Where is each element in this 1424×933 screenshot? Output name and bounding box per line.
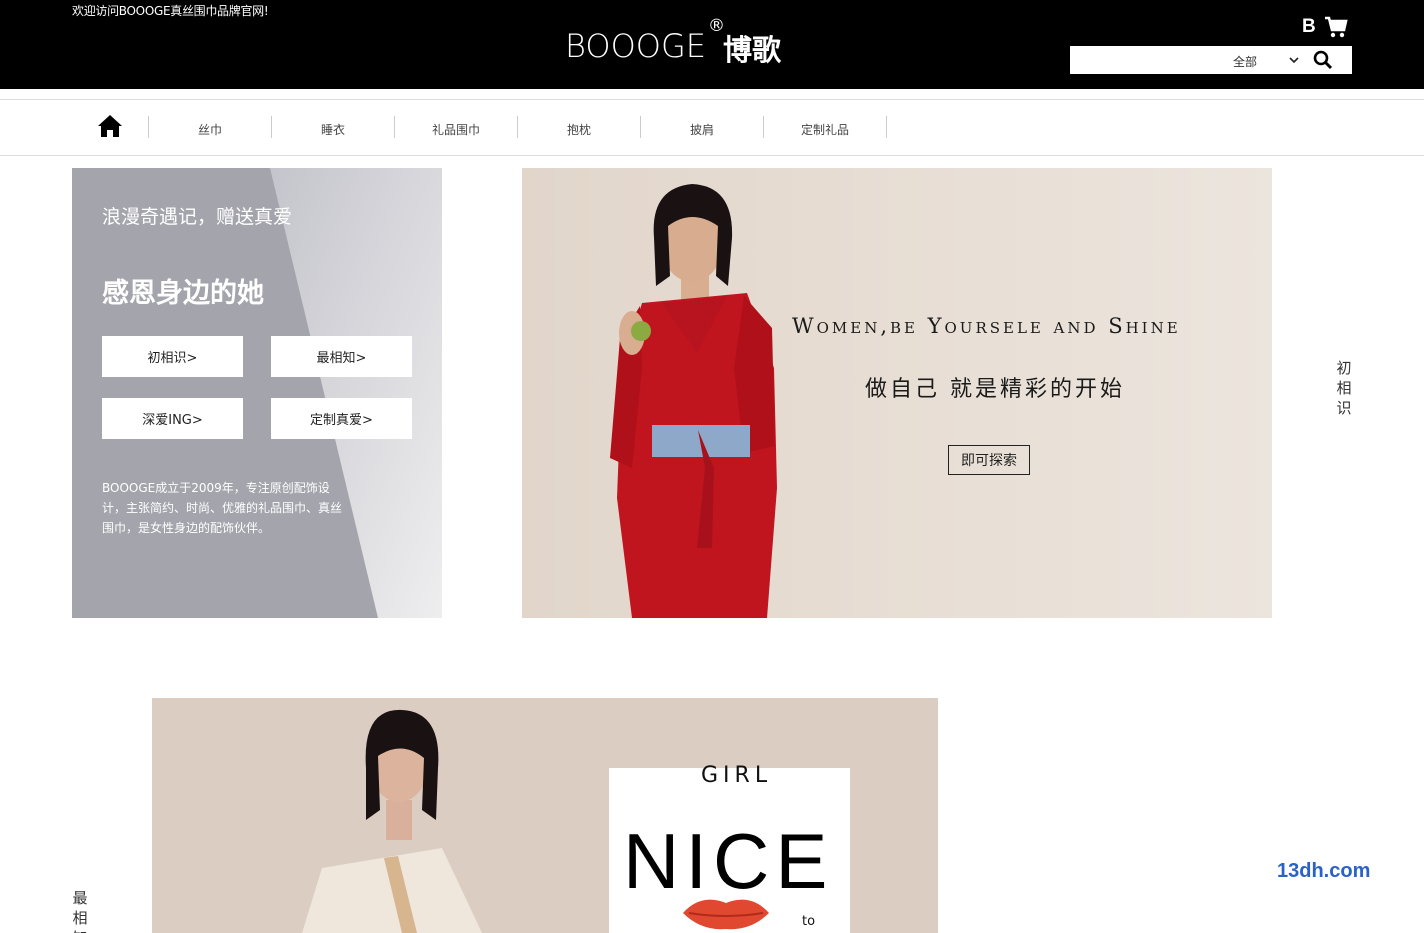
explore-button[interactable]: 即可探索 bbox=[948, 445, 1030, 475]
nav-divider-top bbox=[0, 99, 1424, 100]
chevron-down-icon[interactable] bbox=[1288, 52, 1300, 71]
side-tag-first-meet[interactable]: 初相识 bbox=[1336, 358, 1352, 418]
home-icon[interactable] bbox=[97, 113, 123, 143]
cart-icon[interactable] bbox=[1324, 15, 1348, 39]
main-nav: 丝巾 睡衣 礼品围巾 抱枕 披肩 定制礼品 bbox=[148, 116, 887, 138]
account-icon[interactable]: B bbox=[1302, 16, 1316, 38]
search-category-select[interactable]: 全部 bbox=[1233, 53, 1257, 70]
side-tag-best-know[interactable]: 最相知 bbox=[72, 888, 88, 933]
hero-headline-english: Women,be Yoursele and Shine bbox=[792, 314, 1181, 338]
welcome-text: 欢迎访问BOOOGE真丝围巾品牌官网! bbox=[72, 4, 269, 18]
promo-description: BOOOGE成立于2009年，专注原创配饰设计，主张简约、时尚、优雅的礼品围巾、… bbox=[102, 481, 343, 535]
header-icons: B bbox=[1302, 15, 1348, 39]
promo-button-first-meet[interactable]: 初相识> bbox=[102, 336, 243, 377]
nav-item-pajamas[interactable]: 睡衣 bbox=[271, 116, 394, 138]
site-header: 欢迎访问BOOOGE真丝围巾品牌官网! BOOOGE ® 博歌 B 全部 bbox=[0, 0, 1424, 89]
promo-panel: 浪漫奇遇记，赠送真爱 感恩身边的她 初相识> 最相知> 深爱ING> 定制真爱>… bbox=[72, 168, 442, 618]
hero-banner[interactable]: Women,be Yoursele and Shine 做自己 就是精彩的开始 … bbox=[522, 168, 1272, 618]
nav-divider-end bbox=[886, 116, 887, 138]
promo-title: 感恩身边的她 bbox=[102, 278, 264, 309]
card-to-text: to bbox=[802, 914, 816, 929]
search-bar[interactable]: 全部 bbox=[1070, 46, 1352, 74]
logo-chinese: 博歌 bbox=[722, 33, 781, 67]
card-nice-text: NICE bbox=[623, 817, 834, 905]
nav-item-pillow[interactable]: 抱枕 bbox=[517, 116, 640, 138]
brand-logo[interactable]: BOOOGE ® 博歌 bbox=[565, 16, 781, 69]
promo-button-custom-love[interactable]: 定制真爱> bbox=[271, 398, 412, 439]
feature-banner[interactable]: GIRL NICE to bbox=[152, 698, 938, 933]
lips-image bbox=[683, 899, 769, 930]
promo-button-best-know[interactable]: 最相知> bbox=[271, 336, 412, 377]
card-girl-text: GIRL bbox=[701, 763, 773, 788]
promo-background-shape bbox=[270, 168, 442, 618]
nav-divider-bottom bbox=[0, 155, 1424, 156]
logo-english: BOOOGE bbox=[565, 27, 706, 65]
nav-item-shawl[interactable]: 披肩 bbox=[640, 116, 763, 138]
promo-button-deep-love[interactable]: 深爱ING> bbox=[102, 398, 243, 439]
nice-girl-card: GIRL NICE to bbox=[609, 763, 850, 933]
nav-item-custom-gift[interactable]: 定制礼品 bbox=[763, 116, 886, 138]
nav-item-gift-scarf[interactable]: 礼品围巾 bbox=[394, 116, 517, 138]
watermark: 13dh.com bbox=[1277, 860, 1371, 882]
hero-headline-chinese: 做自己 就是精彩的开始 bbox=[865, 377, 1125, 402]
promo-subtitle: 浪漫奇遇记，赠送真爱 bbox=[102, 206, 293, 228]
search-icon[interactable] bbox=[1313, 50, 1333, 74]
nav-item-silk-scarf[interactable]: 丝巾 bbox=[148, 116, 271, 138]
